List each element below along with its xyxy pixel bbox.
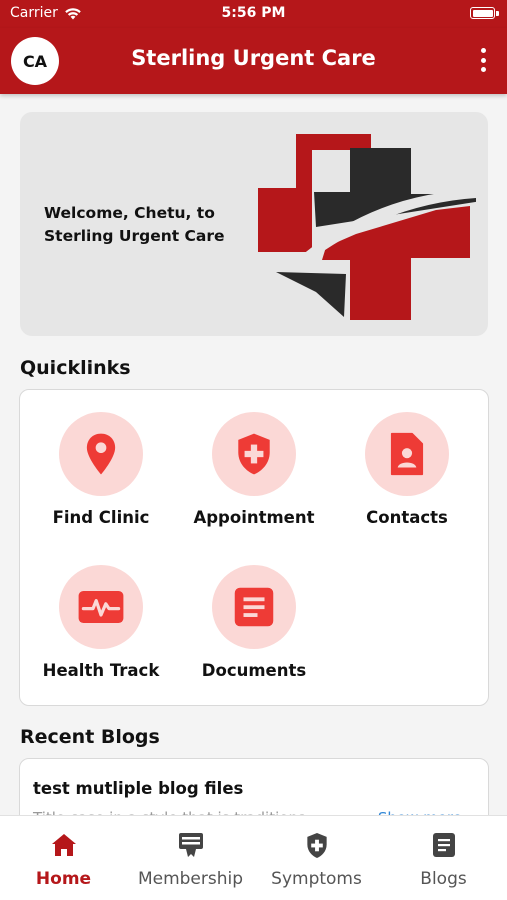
quicklinks-card: Find Clinic Appointment Contacts Health … — [19, 389, 489, 706]
blog-title: test mutliple blog files — [33, 779, 244, 798]
quicklink-health-track[interactable]: Health Track — [26, 565, 176, 680]
tab-label: Membership — [137, 869, 244, 889]
blog-document-icon — [432, 833, 455, 857]
quicklink-icon-bg — [59, 565, 143, 649]
quicklink-icon-bg — [212, 565, 296, 649]
tab-home[interactable]: Home — [0, 830, 127, 889]
recent-blogs-title: Recent Blogs — [20, 726, 160, 748]
tab-label: Symptoms — [271, 869, 362, 889]
quicklink-contacts[interactable]: Contacts — [332, 412, 482, 527]
quicklink-icon-bg — [365, 412, 449, 496]
bottom-tab-bar: Home Membership Symptoms Blogs — [0, 815, 507, 900]
quicklink-icon-bg — [212, 412, 296, 496]
welcome-card: Welcome, Chetu, to Sterling Urgent Care — [20, 112, 488, 336]
quicklink-label: Contacts — [366, 508, 448, 527]
shield-plus-icon — [238, 433, 270, 475]
page-title: Sterling Urgent Care — [131, 46, 376, 70]
tab-blogs[interactable]: Blogs — [380, 830, 507, 889]
quicklink-label: Appointment — [193, 508, 315, 527]
welcome-message: Welcome, Chetu, to Sterling Urgent Care — [44, 204, 225, 245]
battery-tip — [496, 11, 499, 16]
quicklink-label: Health Track — [42, 661, 160, 680]
tab-label: Home — [35, 869, 92, 889]
membership-card-icon — [178, 833, 203, 857]
map-pin-icon — [86, 433, 116, 475]
contact-file-icon — [390, 432, 424, 476]
quicklink-icon-bg — [59, 412, 143, 496]
quicklink-documents[interactable]: Documents — [179, 565, 329, 680]
status-bar: Carrier 5:56 PM — [0, 0, 507, 28]
sterling-cross-logo — [258, 134, 476, 320]
shield-plus-icon — [306, 832, 327, 858]
tab-membership[interactable]: Membership — [127, 830, 254, 889]
tab-symptoms[interactable]: Symptoms — [253, 830, 380, 889]
app-header: CA Sterling Urgent Care — [0, 28, 507, 94]
quicklink-find-clinic[interactable]: Find Clinic — [26, 412, 176, 527]
more-vertical-icon[interactable] — [479, 48, 487, 72]
battery-icon — [470, 7, 495, 19]
quicklink-appointment[interactable]: Appointment — [179, 412, 329, 527]
tab-label: Blogs — [420, 869, 467, 889]
home-icon — [51, 834, 76, 856]
quicklinks-title: Quicklinks — [20, 357, 131, 379]
quicklink-label: Find Clinic — [52, 508, 150, 527]
heartbeat-icon — [78, 591, 124, 623]
quicklink-label: Documents — [201, 661, 307, 680]
document-icon — [234, 587, 274, 627]
status-time: 5:56 PM — [221, 5, 286, 21]
